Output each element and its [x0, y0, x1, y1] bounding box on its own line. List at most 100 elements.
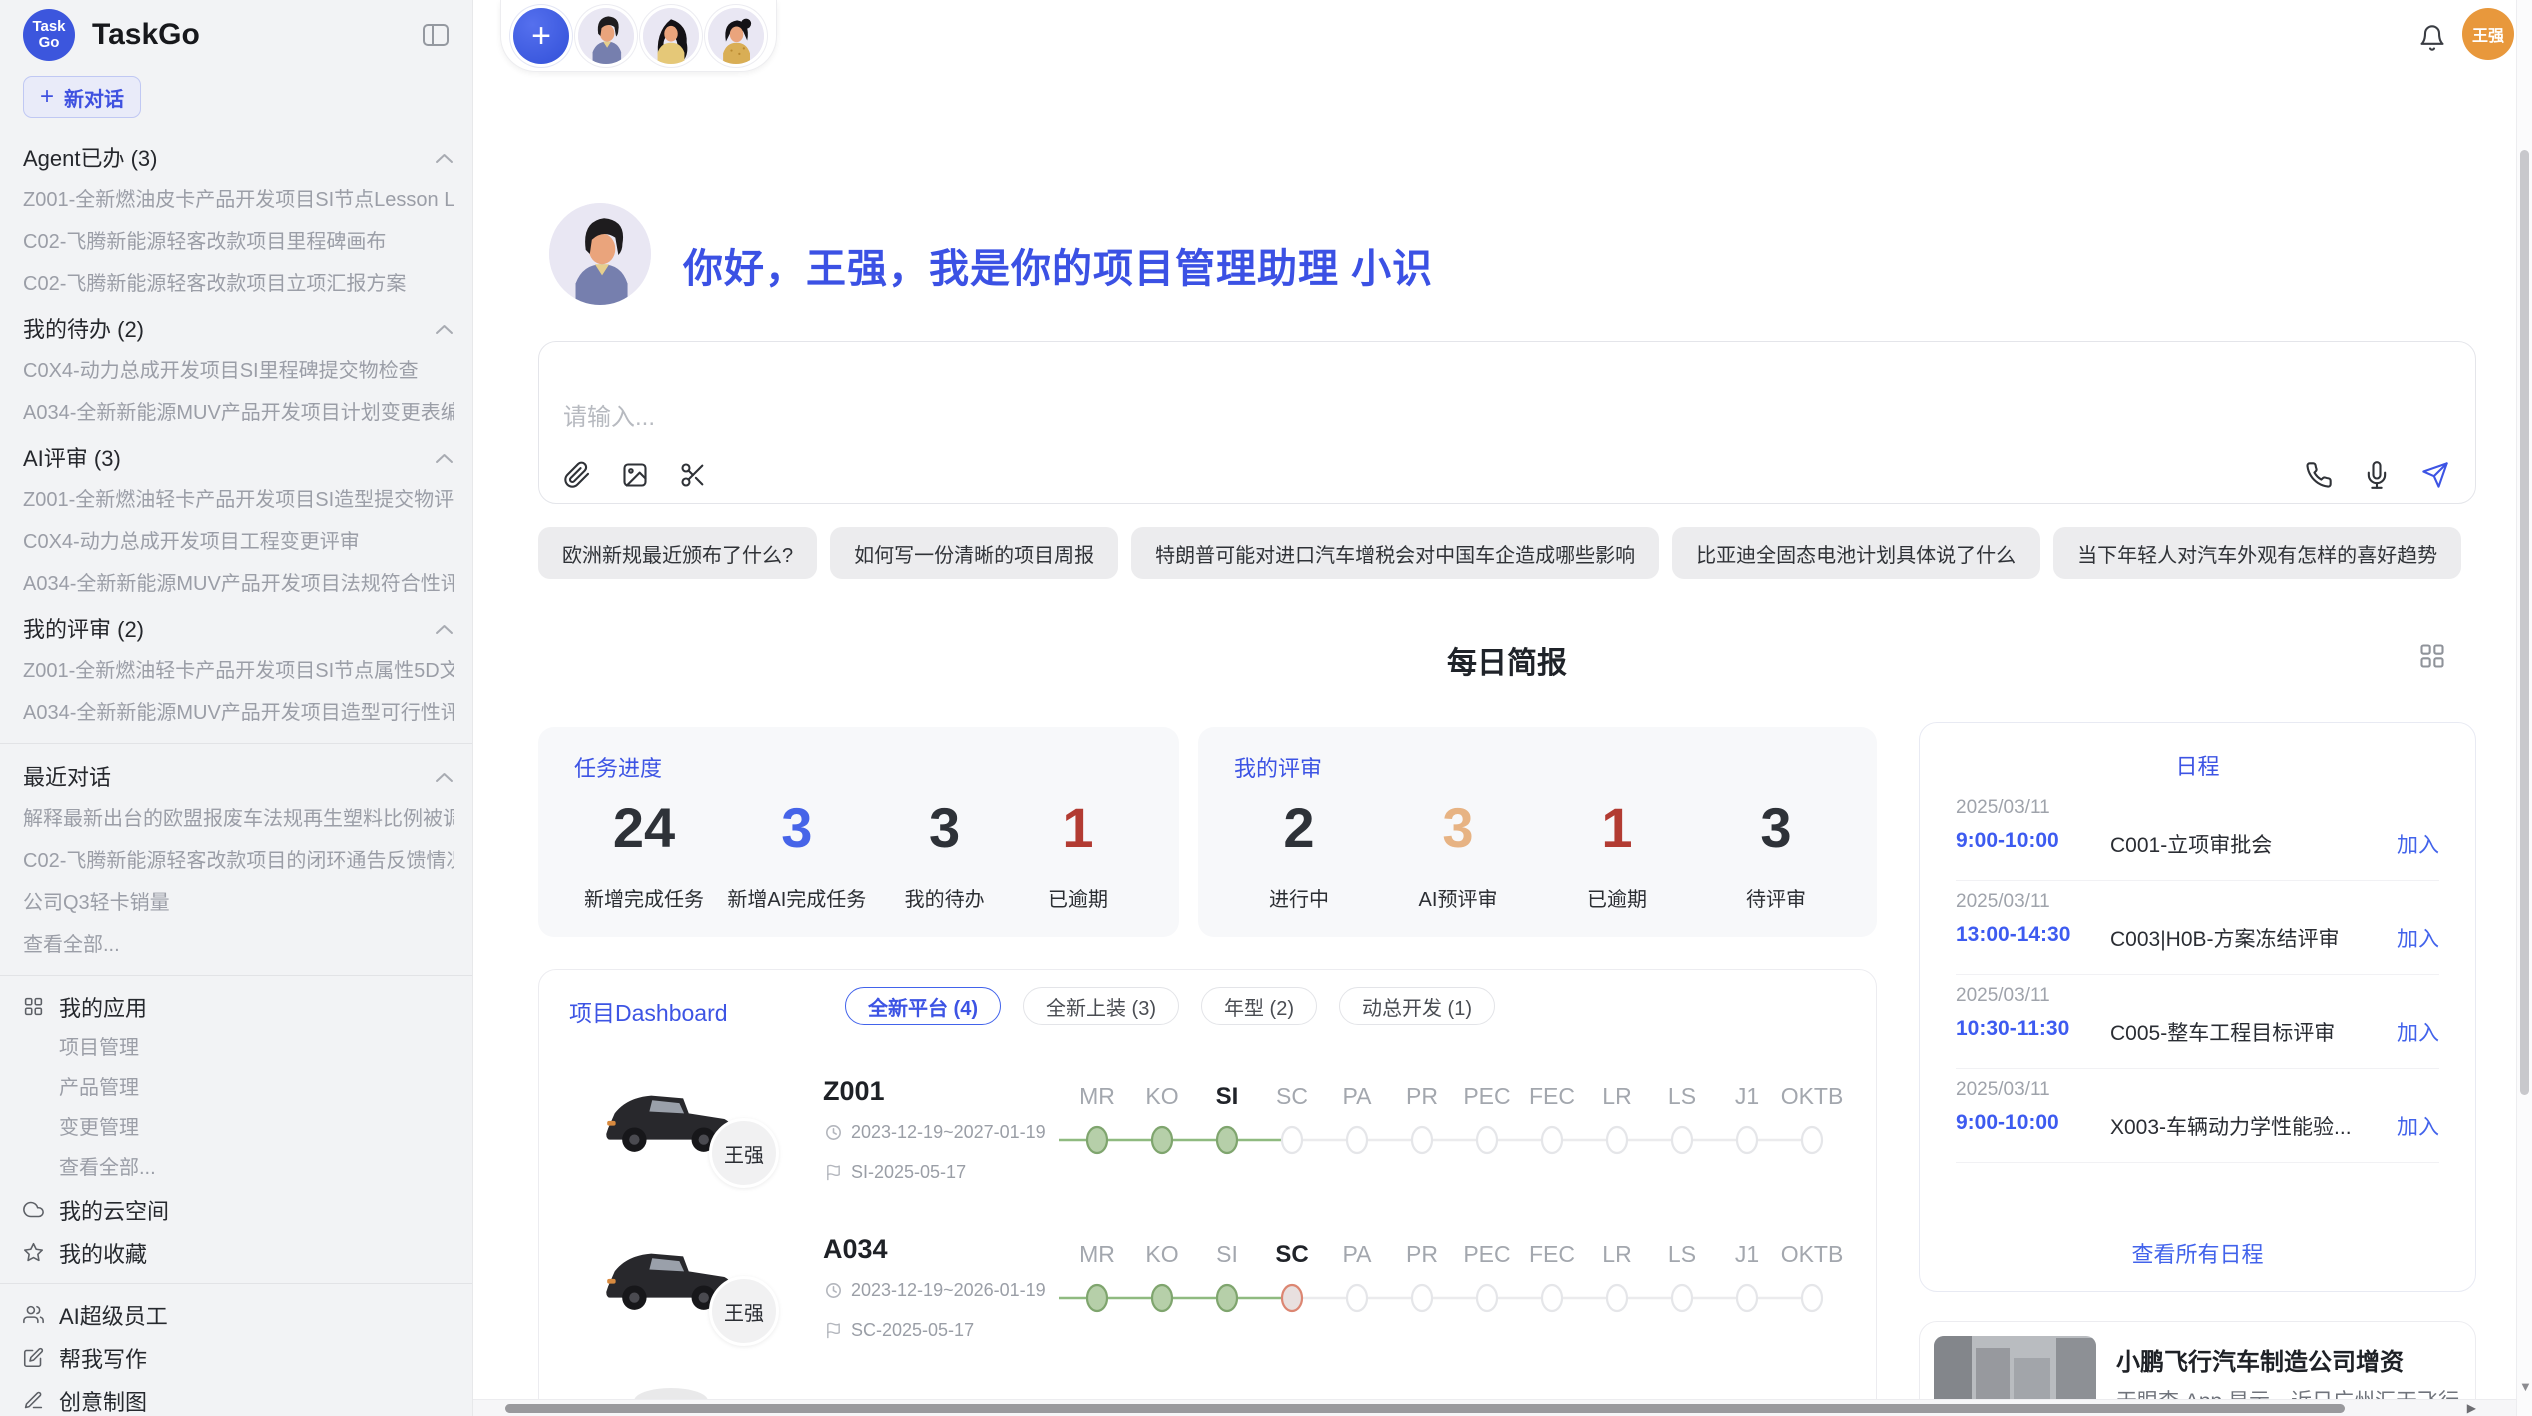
milestone-dot[interactable] — [1542, 1285, 1562, 1311]
chat-input[interactable] — [563, 404, 1763, 432]
milestone-dot[interactable] — [1802, 1127, 1822, 1153]
milestone-dot[interactable] — [1542, 1127, 1562, 1153]
sidebar-item[interactable]: 查看全部... — [23, 924, 454, 966]
event-join-link[interactable]: 加入 — [2397, 829, 2439, 859]
attachment-icon[interactable] — [563, 461, 591, 489]
sidebar-item[interactable]: Z001-全新燃油轻卡产品开发项目SI节点属性5D文件评审 — [23, 650, 454, 692]
milestone-dot[interactable] — [1347, 1285, 1367, 1311]
vertical-scrollbar[interactable]: ▼ — [2516, 0, 2532, 1416]
milestone-dot[interactable] — [1282, 1285, 1302, 1311]
send-icon[interactable] — [2421, 461, 2449, 489]
stat-value: 3 — [1403, 793, 1513, 863]
sidebar-item[interactable]: A034-全新新能源MUV产品开发项目计划变更表编写 — [23, 392, 454, 434]
sidebar-item[interactable]: C02-飞腾新能源轻客改款项目的闭环通告反馈情况 — [23, 840, 454, 882]
event-join-link[interactable]: 加入 — [2397, 923, 2439, 953]
milestone-dot[interactable] — [1087, 1127, 1107, 1153]
new-chat-button[interactable]: + 新对话 — [23, 76, 141, 118]
event-join-link[interactable]: 加入 — [2397, 1111, 2439, 1141]
stat-value: 1 — [1023, 793, 1133, 863]
notifications-bell-icon[interactable] — [2418, 24, 2448, 54]
milestone-dot[interactable] — [1217, 1127, 1237, 1153]
milestone-dot[interactable] — [1672, 1285, 1692, 1311]
milestone-dot[interactable] — [1087, 1285, 1107, 1311]
milestone-dot[interactable] — [1802, 1285, 1822, 1311]
sidebar-item[interactable]: 解释最新出台的欧盟报废车法规再生塑料比例被调至15%... — [23, 798, 454, 840]
app-root: Task Go TaskGo + 新对话 Agent已办 (3)Z001-全新燃… — [0, 0, 2532, 1416]
user-avatar[interactable]: 王强 — [2462, 8, 2514, 60]
milestone-dot[interactable] — [1672, 1127, 1692, 1153]
milestone-dot[interactable] — [1737, 1127, 1757, 1153]
sidebar-item[interactable]: Z001-全新燃油皮卡产品开发项目SI节点Lesson Learn报告 — [23, 179, 454, 221]
dashboard-tab[interactable]: 全新平台 (4) — [845, 987, 1001, 1025]
session-avatar-2[interactable] — [643, 8, 699, 64]
sidebar-item-creative-draw[interactable]: 创意制图 — [23, 1379, 454, 1416]
scissors-icon[interactable] — [679, 461, 707, 489]
milestone-dot[interactable] — [1282, 1127, 1302, 1153]
milestone-dot[interactable] — [1412, 1285, 1432, 1311]
horizontal-scrollbar[interactable]: ▶ — [473, 1399, 2516, 1416]
sidebar-item-favorites[interactable]: 我的收藏 — [23, 1231, 454, 1274]
milestone-dot[interactable] — [1737, 1285, 1757, 1311]
sidebar-item-help-write[interactable]: 帮我写作 — [23, 1336, 454, 1379]
sidebar-item[interactable]: C0X4-动力总成开发项目工程变更评审 — [23, 521, 454, 563]
project-row[interactable]: 王强Z0012023-12-19~2027-01-19SI-2025-05-17… — [539, 1070, 1877, 1222]
milestone-dot[interactable] — [1477, 1285, 1497, 1311]
sidebar-item-cloud-space[interactable]: 我的云空间 — [23, 1188, 454, 1231]
suggestion-chip[interactable]: 当下年轻人对汽车外观有怎样的喜好趋势 — [2053, 527, 2461, 579]
image-icon[interactable] — [621, 461, 649, 489]
sidebar-collapse-icon[interactable] — [422, 21, 454, 49]
milestone-dot[interactable] — [1152, 1127, 1172, 1153]
sidebar-subitem[interactable]: 查看全部... — [23, 1148, 454, 1188]
schedule-event-row: 2025/03/119:00-10:00C001-立项审批会加入 — [1956, 787, 2439, 881]
view-all-schedule-link[interactable]: 查看所有日程 — [1920, 1237, 2475, 1269]
sidebar-section-header[interactable]: Agent已办 (3) — [23, 134, 454, 179]
project-row[interactable]: 王强A0342023-12-19~2026-01-19SC-2025-05-17… — [539, 1228, 1877, 1380]
phone-call-icon[interactable] — [2305, 461, 2333, 489]
microphone-icon[interactable] — [2363, 461, 2391, 489]
horizontal-scrollbar-thumb[interactable] — [505, 1404, 2345, 1413]
scroll-right-arrow-icon[interactable]: ▶ — [2467, 1401, 2476, 1415]
my-review-card: 我的评审 2进行中3AI预评审1已逾期3待评审 — [1198, 727, 1877, 937]
milestone-dot[interactable] — [1412, 1127, 1432, 1153]
sidebar-subitem[interactable]: 变更管理 — [23, 1108, 454, 1148]
sidebar-item-my-apps[interactable]: 我的应用 — [23, 985, 454, 1028]
sidebar-section-header[interactable]: 最近对话 — [23, 753, 454, 798]
sidebar-subitem[interactable]: 产品管理 — [23, 1068, 454, 1108]
suggestion-chip[interactable]: 欧洲新规最近颁布了什么? — [538, 527, 817, 579]
scroll-down-arrow-icon[interactable]: ▼ — [2519, 1379, 2532, 1394]
session-avatar-1[interactable] — [578, 8, 634, 64]
sidebar-section-header[interactable]: 我的评审 (2) — [23, 605, 454, 650]
sidebar-subitem[interactable]: 项目管理 — [23, 1028, 454, 1068]
vertical-scrollbar-thumb[interactable] — [2520, 150, 2529, 1095]
suggestion-chip[interactable]: 特朗普可能对进口汽车增税会对中国车企造成哪些影响 — [1131, 527, 1659, 579]
milestone-dot[interactable] — [1152, 1285, 1172, 1311]
layout-grid-icon[interactable] — [2418, 642, 2448, 672]
sidebar-section-label: 我的评审 (2) — [23, 612, 144, 644]
sidebar-item-ai-staff[interactable]: AI超级员工 — [23, 1293, 454, 1336]
sidebar-item[interactable]: Z001-全新燃油轻卡产品开发项目SI造型提交物评审 — [23, 479, 454, 521]
new-session-button[interactable]: + — [513, 8, 569, 64]
sidebar-item[interactable]: C02-飞腾新能源轻客改款项目里程碑画布 — [23, 221, 454, 263]
sidebar-section-header[interactable]: 我的待办 (2) — [23, 305, 454, 350]
event-date: 2025/03/11 — [1956, 985, 2050, 1007]
milestone-dot[interactable] — [1477, 1127, 1497, 1153]
milestone-label: PEC — [1463, 1241, 1510, 1267]
dashboard-tab[interactable]: 年型 (2) — [1201, 987, 1317, 1025]
sidebar-item[interactable]: C0X4-动力总成开发项目SI里程碑提交物检查 — [23, 350, 454, 392]
event-join-link[interactable]: 加入 — [2397, 1017, 2439, 1047]
dashboard-tab[interactable]: 动总开发 (1) — [1339, 987, 1495, 1025]
milestone-label: LR — [1602, 1241, 1631, 1267]
suggestion-chip[interactable]: 如何写一份清晰的项目周报 — [830, 527, 1118, 579]
session-avatar-3[interactable] — [708, 8, 764, 64]
milestone-dot[interactable] — [1607, 1285, 1627, 1311]
sidebar-section-header[interactable]: AI评审 (3) — [23, 434, 454, 479]
sidebar-item[interactable]: 公司Q3轻卡销量 — [23, 882, 454, 924]
milestone-dot[interactable] — [1217, 1285, 1237, 1311]
sidebar-item[interactable]: A034-全新新能源MUV产品开发项目法规符合性评审 — [23, 563, 454, 605]
sidebar-item[interactable]: A034-全新新能源MUV产品开发项目造型可行性评审 — [23, 692, 454, 734]
milestone-dot[interactable] — [1607, 1127, 1627, 1153]
sidebar-item[interactable]: C02-飞腾新能源轻客改款项目立项汇报方案 — [23, 263, 454, 305]
suggestion-chip[interactable]: 比亚迪全固态电池计划具体说了什么 — [1672, 527, 2040, 579]
milestone-dot[interactable] — [1347, 1127, 1367, 1153]
dashboard-tab[interactable]: 全新上装 (3) — [1023, 987, 1179, 1025]
